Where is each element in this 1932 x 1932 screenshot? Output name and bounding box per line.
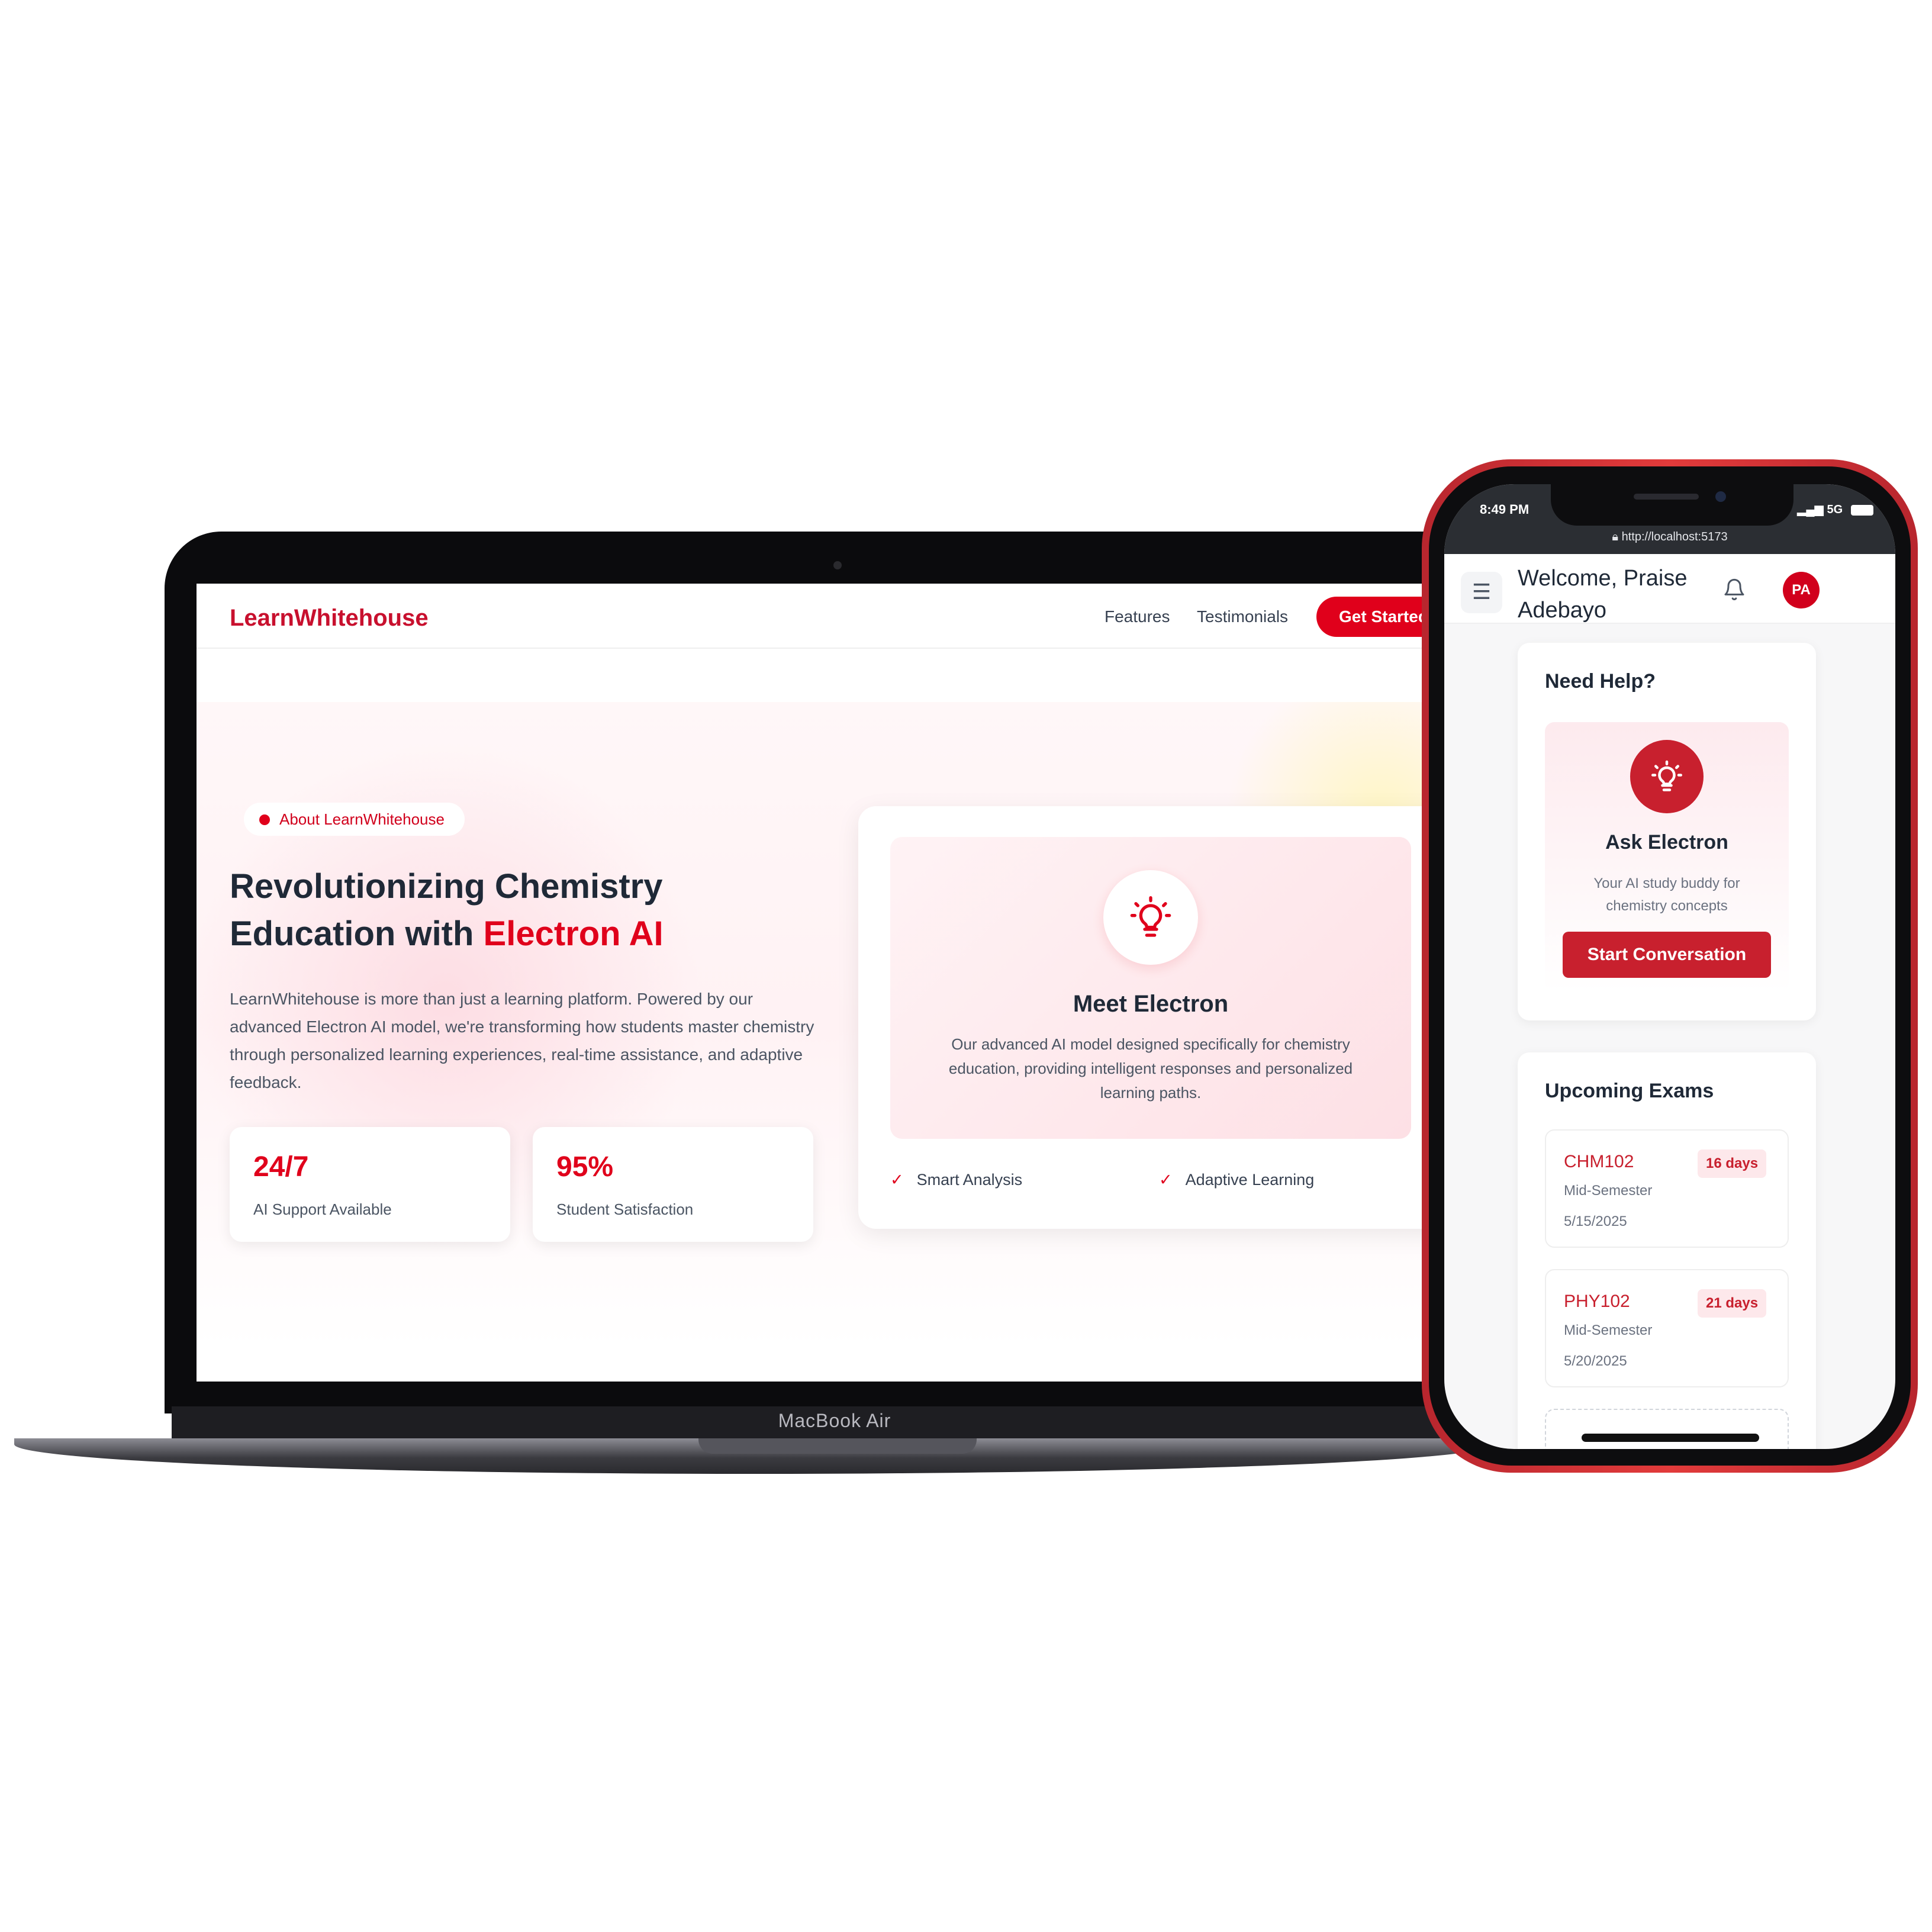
badge-dot-icon [259,814,270,825]
exam-type: Mid-Semester [1564,1183,1653,1199]
browser-url: http://localhost:5173 [1621,530,1728,543]
stat-value: 24/7 [253,1151,309,1183]
laptop-brand-label: MacBook Air [778,1410,891,1431]
stat-label: Student Satisfaction [556,1200,694,1218]
exam-type: Mid-Semester [1564,1322,1653,1338]
lightbulb-icon [1130,896,1171,937]
need-help-title: Need Help? [1545,670,1656,693]
nav-link-testimonials[interactable]: Testimonials [1197,607,1288,626]
phone-screen: 8:49 PM ▂▄▆ 5G 🔒︎ http://localhost:5173 … [1444,484,1895,1449]
ask-electron-description: Your AI study buddy for chemistry concep… [1593,875,1740,914]
check-icon: ✓ [890,1171,904,1189]
hero-description: LearnWhitehouse is more than just a lear… [230,990,814,1091]
phone-notch [1551,484,1793,526]
site-logo[interactable]: LearnWhitehouse [230,605,429,632]
home-indicator [1582,1434,1759,1442]
exam-item[interactable]: PHY102 21 days Mid-Semester 5/20/2025 [1545,1269,1789,1387]
hero-section: About LearnWhitehouse Revolutionizing Ch… [197,702,1451,1347]
exam-code: CHM102 [1564,1152,1634,1171]
phone-status-bar: 8:49 PM ▂▄▆ 5G 🔒︎ http://localhost:5173 [1444,484,1895,554]
stat-value: 95% [556,1151,614,1183]
hero-title-line2: Education with [230,915,484,953]
browser-url-bar[interactable]: 🔒︎ http://localhost:5173 [1444,530,1895,544]
hero-title: Revolutionizing Chemistry Education with… [230,863,833,958]
stat-card: 24/7 AI Support Available [230,1127,510,1242]
top-navbar: LearnWhitehouse Features Testimonials Ge… [197,584,1451,649]
front-camera [1715,491,1726,502]
meet-electron-card: Meet Electron Our advanced AI model desi… [858,806,1451,1229]
feature-label: Adaptive Learning [1185,1171,1315,1189]
laptop-notch [698,1438,977,1454]
bell-icon[interactable] [1722,577,1746,603]
lock-icon: 🔒︎ [1612,530,1619,543]
hamburger-icon: ☰ [1471,580,1492,604]
ask-electron-title: Ask Electron [1605,831,1728,854]
exam-date: 5/20/2025 [1564,1353,1627,1369]
menu-button[interactable]: ☰ [1461,572,1502,613]
about-badge-label: About LearnWhitehouse [279,810,445,828]
exam-countdown-badge: 21 days [1698,1289,1767,1318]
status-time: 8:49 PM [1480,502,1530,517]
feature-item: ✓ Adaptive Learning [1159,1171,1314,1189]
upcoming-exams-card: Upcoming Exams CHM102 16 days Mid-Semest… [1518,1052,1816,1449]
need-help-card: Need Help? Ask Electron Your AI study bu… [1518,643,1816,1020]
upcoming-exams-title: Upcoming Exams [1545,1080,1714,1102]
check-icon: ✓ [1159,1171,1173,1189]
ask-electron-panel: Ask Electron Your AI study buddy for che… [1545,722,1789,992]
electron-card-description: Our advanced AI model designed specifica… [948,1035,1353,1102]
about-badge: About LearnWhitehouse [244,803,465,836]
feature-item: ✓ Smart Analysis [890,1171,1022,1189]
exam-placeholder [1545,1409,1789,1449]
battery-icon [1850,504,1873,516]
speaker-grille [1634,494,1699,500]
signal-icon: ▂▄▆ [1797,503,1824,516]
hero-title-line1: Revolutionizing Chemistry [230,867,663,906]
electron-card-inner: Meet Electron Our advanced AI model desi… [890,837,1411,1139]
nav-link-features[interactable]: Features [1105,607,1170,626]
start-conversation-button[interactable]: Start Conversation [1563,932,1771,978]
stat-card: 95% Student Satisfaction [533,1127,813,1242]
avatar[interactable]: PA [1783,572,1820,608]
lightbulb-icon [1651,760,1682,791]
app-header: ☰ Welcome, Praise Adebayo PA [1444,554,1895,624]
network-label: 5G [1827,503,1843,516]
exam-code: PHY102 [1564,1292,1630,1311]
laptop-camera [833,561,842,569]
exam-item[interactable]: CHM102 16 days Mid-Semester 5/15/2025 [1545,1129,1789,1248]
electron-card-title: Meet Electron [1073,991,1229,1017]
welcome-message: Welcome, Praise Adebayo [1518,566,1688,623]
exam-countdown-badge: 16 days [1698,1149,1767,1178]
laptop-screen: LearnWhitehouse Features Testimonials Ge… [197,584,1451,1382]
electron-icon-circle [1103,870,1198,965]
feature-label: Smart Analysis [916,1171,1023,1189]
status-indicators: ▂▄▆ 5G [1797,502,1873,517]
hero-title-accent: Electron AI [483,915,664,953]
stat-label: AI Support Available [253,1200,392,1218]
exam-date: 5/15/2025 [1564,1213,1627,1229]
ask-electron-icon-circle [1630,740,1704,813]
